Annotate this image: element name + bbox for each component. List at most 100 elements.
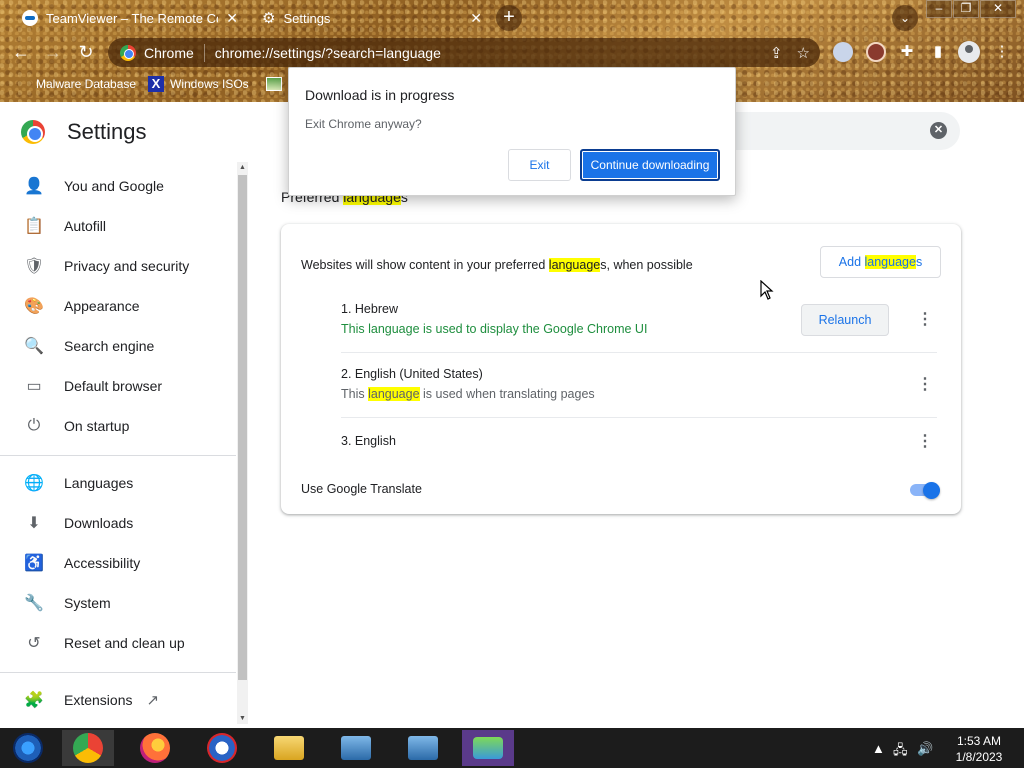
close-window-button[interactable]: ✕ [980, 0, 1016, 18]
sidebar-item-label: Reset and clean up [64, 635, 185, 651]
profile-avatar[interactable] [958, 41, 980, 63]
sidebar-item-label: System [64, 595, 111, 611]
sidebar-item-appearance[interactable]: 🎨 Appearance [0, 287, 236, 325]
forward-button[interactable]: → [42, 41, 64, 63]
menu-icon[interactable]: ⋮ [992, 42, 1012, 62]
system-clock[interactable]: 1:53 AM 1/8/2023 [948, 733, 1010, 765]
puzzle-icon[interactable]: ✚ [897, 42, 917, 62]
star-icon[interactable]: ☆ [797, 44, 810, 62]
download-icon: ⬇ [27, 515, 41, 532]
taskbar-firefox[interactable] [129, 730, 181, 766]
computer-icon [408, 736, 438, 760]
minimize-button[interactable]: – [926, 0, 952, 18]
scroll-down-icon[interactable]: ▼ [237, 713, 248, 724]
show-hidden-icons[interactable]: ▲ [872, 741, 885, 756]
image-icon [266, 77, 282, 91]
close-icon[interactable]: ✕ [470, 10, 482, 27]
scroll-up-icon[interactable]: ▲ [237, 162, 248, 173]
chrome-icon [73, 733, 103, 763]
taskbar-network-app[interactable] [330, 730, 382, 766]
taskbar-file-explorer[interactable] [263, 730, 315, 766]
back-button[interactable]: ← [10, 41, 32, 63]
sidebar-item-search-engine[interactable]: 🔍 Search engine [0, 327, 236, 365]
wrench-icon: 🔧 [24, 595, 44, 612]
sidebar-item-label: Downloads [64, 515, 134, 531]
add-languages-button[interactable]: Add languages [820, 246, 941, 278]
sidebar-item-you-and-google[interactable]: 👤 You and Google [0, 167, 236, 205]
sidebar-item-on-startup[interactable]: ⏻ On startup [0, 407, 236, 445]
more-options-icon[interactable]: ⋮ [917, 375, 933, 395]
sidebar-item-label: Autofill [64, 218, 107, 234]
page-title: Settings [67, 119, 147, 144]
taskbar-network-app-2[interactable] [397, 730, 449, 766]
tab-search-button[interactable]: ⌄ [892, 5, 918, 31]
history-icon: ↺ [27, 635, 41, 652]
relaunch-button[interactable]: Relaunch [801, 304, 889, 336]
clear-search-icon[interactable]: ✕ [930, 122, 947, 139]
sidebar-item-label: You and Google [64, 178, 164, 194]
language-name: 3. English [341, 434, 396, 448]
taskbar-people-app[interactable] [462, 730, 514, 766]
bookmark-label: Windows ISOs [170, 77, 249, 91]
sidebar-item-label: Default browser [64, 378, 163, 394]
side-panel-icon[interactable]: ▮ [928, 42, 948, 62]
tab-settings[interactable]: ⚙ Settings ✕ [252, 4, 492, 32]
tab-teamviewer[interactable]: TeamViewer – The Remote Connectivity Sof… [12, 4, 248, 32]
more-options-icon[interactable]: ⋮ [917, 310, 933, 330]
more-options-icon[interactable]: ⋮ [917, 432, 933, 452]
external-link-icon: ↗ [146, 692, 160, 709]
bookmark-malware-database[interactable]: Malware Database [16, 75, 136, 93]
reload-button[interactable]: ↻ [75, 41, 97, 63]
taskbar-chrome[interactable] [62, 730, 114, 766]
bookmark-windows-isos[interactable]: X Windows ISOs [148, 75, 249, 93]
close-icon[interactable]: ✕ [226, 10, 238, 27]
sidebar-item-downloads[interactable]: ⬇ Downloads [0, 504, 236, 542]
sidebar-item-label: Languages [64, 475, 134, 491]
sidebar-divider [0, 672, 236, 673]
clock-time: 1:53 AM [956, 734, 1002, 748]
firefox-icon [140, 733, 170, 763]
sidebar-item-label: Accessibility [64, 555, 141, 571]
taskbar-app[interactable] [196, 730, 248, 766]
tab-title: Settings [283, 10, 331, 26]
continue-downloading-button[interactable]: Continue downloading [580, 149, 720, 181]
url-text[interactable]: chrome://settings/?search=language [205, 45, 441, 61]
volume-icon[interactable]: 🔊 [917, 741, 933, 757]
network-icon[interactable]: 🖧 [893, 741, 908, 763]
sidebar-item-extensions[interactable]: 🧩 Extensions ↗ [0, 681, 236, 719]
share-icon[interactable]: ⇪ [770, 44, 783, 62]
restore-button[interactable]: ❐ [953, 0, 979, 18]
tab-title: TeamViewer – The Remote Connectivity Sof… [46, 10, 218, 26]
clipboard-icon: 📋 [24, 218, 44, 235]
teamviewer-icon [22, 10, 38, 26]
new-tab-button[interactable]: + [496, 5, 522, 31]
sidebar-item-accessibility[interactable]: ♿ Accessibility [0, 544, 236, 582]
sidebar-item-label: Search engine [64, 338, 155, 354]
toggle-knob[interactable] [923, 482, 940, 499]
browser-icon: ▭ [26, 378, 42, 395]
sidebar-item-privacy[interactable]: 🛡 Privacy and security [0, 247, 236, 285]
scrollbar-thumb[interactable] [238, 175, 247, 680]
sidebar-item-languages[interactable]: 🌐 Languages [0, 464, 236, 502]
site-label: Chrome [144, 44, 194, 61]
language-name: 1. Hebrew [341, 302, 398, 316]
extension-avatar-icon[interactable] [866, 42, 886, 62]
sidebar-item-autofill[interactable]: 📋 Autofill [0, 207, 236, 245]
language-note: This language is used when translating p… [341, 387, 595, 401]
language-name: 2. English (United States) [341, 367, 483, 381]
sidebar-item-reset[interactable]: ↺ Reset and clean up [0, 624, 236, 662]
sidebar-item-default-browser[interactable]: ▭ Default browser [0, 367, 236, 405]
sidebar-item-system[interactable]: 🔧 System [0, 584, 236, 622]
sidebar-item-label: Extensions [64, 692, 133, 708]
x-icon: X [148, 76, 164, 92]
extension-icon[interactable] [833, 42, 853, 62]
accessibility-icon: ♿ [24, 555, 44, 572]
computer-icon [341, 736, 371, 760]
site-info[interactable]: Chrome [108, 43, 205, 62]
address-bar[interactable]: Chrome chrome://settings/?search=languag… [108, 38, 820, 67]
palette-icon: 🎨 [24, 298, 44, 315]
search-icon: 🔍 [24, 338, 44, 355]
bookmark-image[interactable] [266, 75, 282, 93]
start-button[interactable] [2, 730, 54, 766]
exit-button[interactable]: Exit [508, 149, 571, 181]
